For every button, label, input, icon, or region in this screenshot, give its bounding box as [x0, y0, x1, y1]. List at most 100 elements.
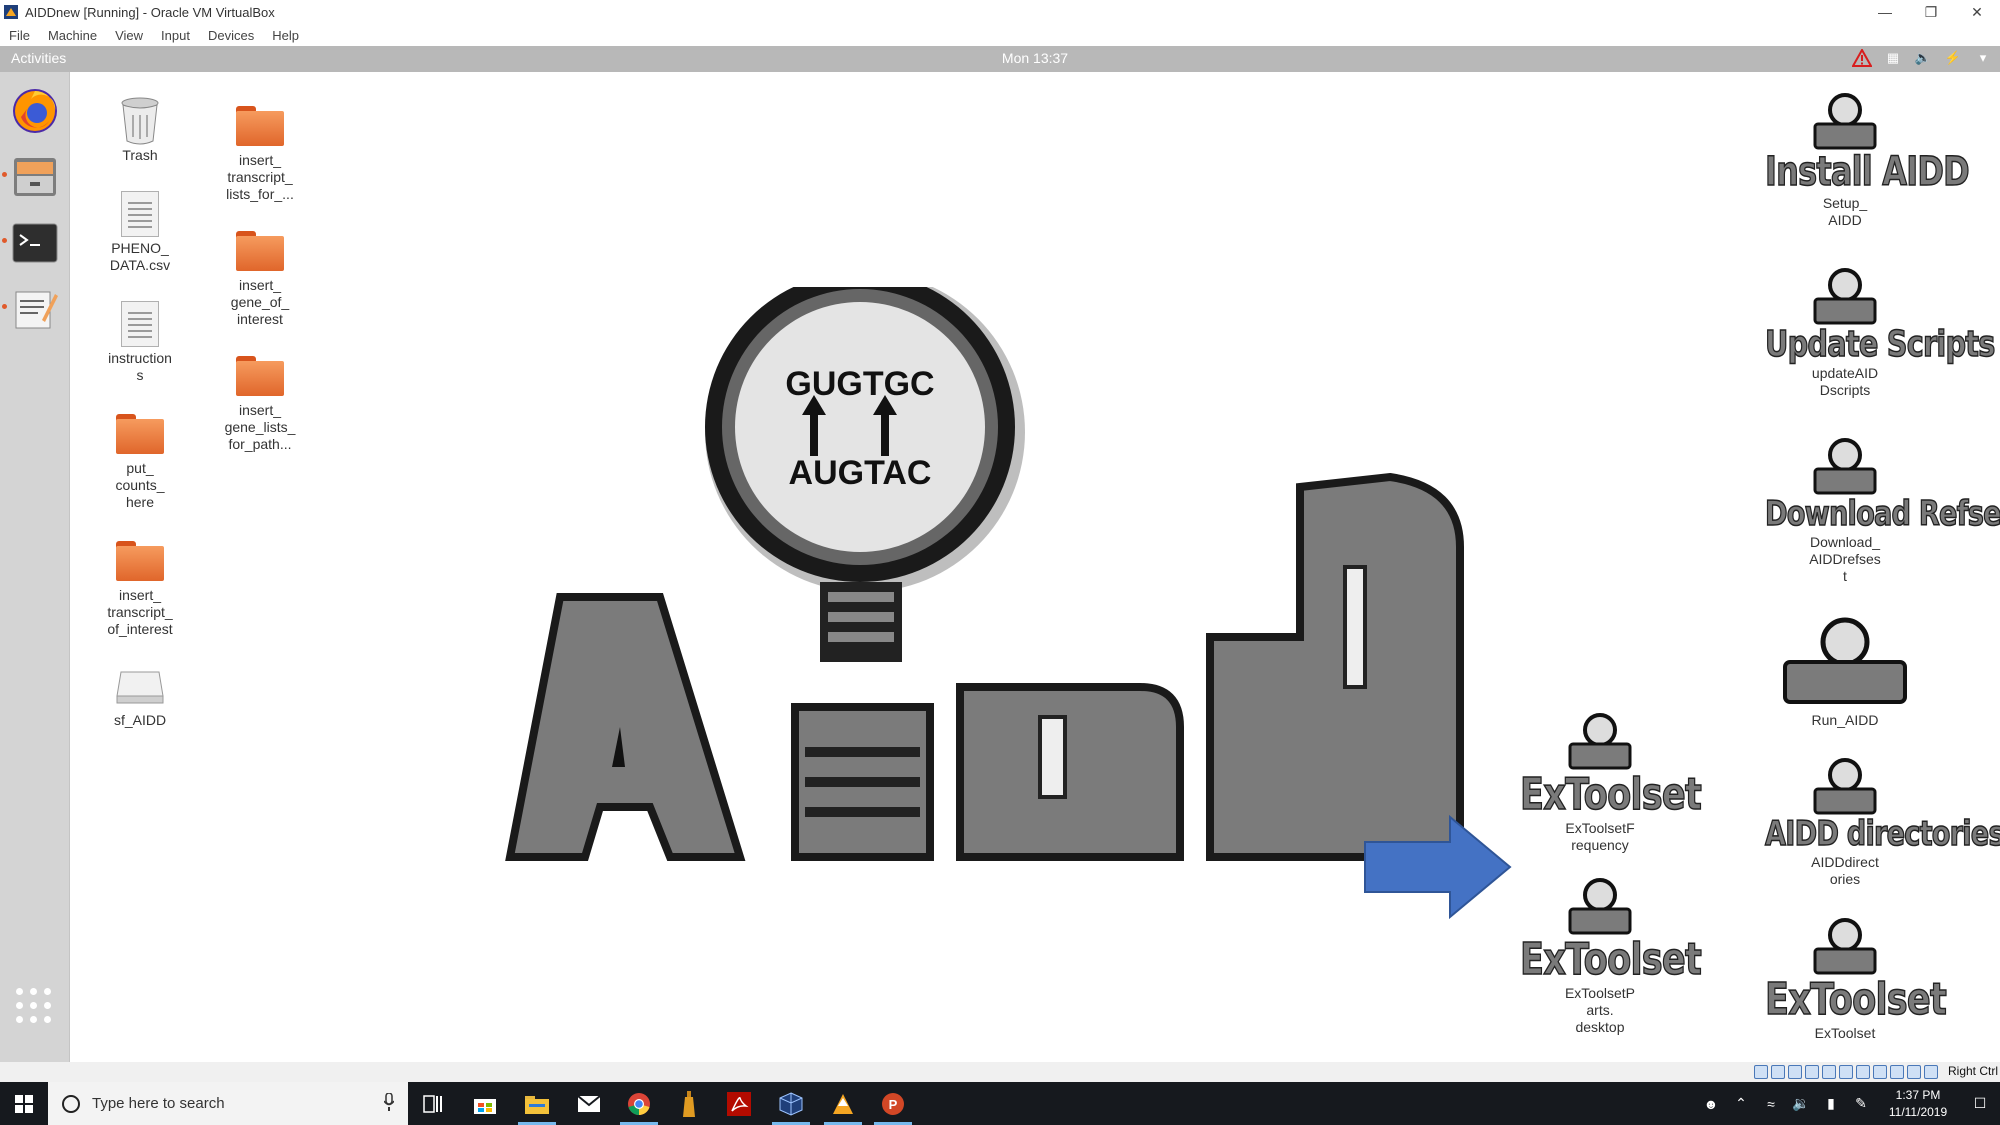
shortcut-label: ExToolsetP arts. desktop [1564, 985, 1636, 1035]
desktop-icon-trash[interactable]: Trash [90, 97, 190, 164]
keyboard-status-icon[interactable] [1924, 1065, 1938, 1079]
battery-icon[interactable]: ▮ [1816, 1082, 1846, 1125]
task-view-icon [423, 1094, 442, 1113]
pen-icon[interactable]: ✎ [1846, 1082, 1876, 1125]
window-title: AIDDnew [Running] - Oracle VM VirtualBox [25, 4, 275, 20]
usb-status-icon[interactable] [1822, 1065, 1836, 1079]
text-editor-icon [15, 291, 58, 329]
desktop-icon-instructions[interactable]: instruction s [90, 300, 190, 384]
taskbar-time: 1:37 PM [1895, 1087, 1941, 1102]
shortcut-update-scripts[interactable]: Update Scripts updateAID Dscripts [1745, 267, 1996, 399]
shortcut-extoolset[interactable]: ExToolset ExToolset [1745, 917, 1947, 1042]
people-icon[interactable]: ☻ [1696, 1082, 1726, 1125]
wifi-icon[interactable]: ≈ [1756, 1082, 1786, 1125]
display-status-icon[interactable] [1856, 1065, 1870, 1079]
aidd-mini-logo-icon [1783, 617, 1907, 704]
taskbar-python-app[interactable] [664, 1082, 714, 1125]
taskbar-virtualbox[interactable] [766, 1082, 816, 1125]
gnome-top-bar: Activities Mon 13:37 ▦ 🔈 ⚡ ▾ [0, 46, 2000, 72]
aidd-mini-logo-icon [1568, 713, 1632, 770]
taskbar-file-explorer[interactable] [512, 1082, 562, 1125]
hdd-status-icon[interactable] [1754, 1065, 1768, 1079]
desktop-icon-insert-gene-lists[interactable]: insert_ gene_lists_ for_path... [210, 352, 310, 453]
taskbar-store[interactable] [460, 1082, 510, 1125]
shortcut-banner: Update Scripts [1764, 323, 1996, 366]
dock-running-dot [2, 304, 7, 309]
microphone-icon[interactable] [384, 1093, 394, 1111]
shortcut-label: updateAID Dscripts [1811, 365, 1879, 398]
dock-text-editor[interactable] [8, 282, 62, 336]
folder-icon [236, 356, 284, 396]
shortcut-label: AIDDdirect ories [1811, 854, 1879, 887]
close-button[interactable]: ✕ [1954, 0, 2000, 24]
desktop-icon-label: PHENO_ DATA.csv [109, 240, 171, 273]
shortcut-aidd-directories[interactable]: AIDD directories AIDDdirect ories [1745, 757, 2000, 888]
menu-machine[interactable]: Machine [48, 28, 97, 43]
menu-view[interactable]: View [115, 28, 143, 43]
restore-button[interactable]: ❐ [1908, 0, 1954, 24]
taskbar-search-box[interactable]: Type here to search [48, 1082, 408, 1125]
taskbar-clock[interactable]: 1:37 PM 11/11/2019 [1876, 1087, 1960, 1121]
shortcut-label: ExToolset [1814, 1025, 1876, 1041]
folder-icon [116, 414, 164, 454]
gnome-clock[interactable]: Mon 13:37 [0, 50, 2000, 66]
network-icon[interactable]: ▦ [1884, 49, 1902, 67]
desktop-icon-pheno-data[interactable]: PHENO_ DATA.csv [90, 190, 190, 274]
chevron-up-icon[interactable]: ⌃ [1726, 1082, 1756, 1125]
aidd-wallpaper-logo: GUGTGC AUGTAC [505, 287, 1512, 920]
desktop-icon-insert-transcript-of-interest[interactable]: insert_ transcript_ of_interest [90, 537, 190, 638]
virtualbox-status-bar: Right Ctrl [0, 1062, 2000, 1082]
taskbar-acrobat[interactable] [714, 1082, 764, 1125]
svg-text:P: P [889, 1097, 898, 1112]
shortcut-setup-aidd[interactable]: Install AIDD Setup_ AIDD [1745, 92, 1970, 229]
recording-status-icon[interactable] [1873, 1065, 1887, 1079]
network-status-icon[interactable] [1805, 1065, 1819, 1079]
task-view-button[interactable] [408, 1082, 458, 1125]
minimize-button[interactable]: — [1862, 0, 1908, 24]
show-applications-button[interactable] [16, 988, 52, 1024]
dock-terminal[interactable] [8, 216, 62, 270]
desktop-icon-sf-aidd[interactable]: sf_AIDD [90, 662, 190, 729]
top-sequence: GUGTGC [785, 365, 934, 403]
shortcut-banner: ExToolset [1519, 933, 1702, 986]
host-key-label: Right Ctrl [1947, 1064, 1998, 1078]
shortcut-extoolset-frequency[interactable]: ExToolset ExToolsetF requency [1500, 712, 1702, 854]
taskbar-mail[interactable] [564, 1082, 614, 1125]
desktop-icon-insert-transcript-lists[interactable]: insert_ transcript_ lists_for_... [210, 102, 310, 203]
desktop-icon-label: insert_ gene_of_ interest [230, 277, 290, 327]
shortcut-run-aidd[interactable]: Run_AIDD [1745, 617, 1945, 729]
notifications-icon[interactable]: ☐ [1960, 1082, 2000, 1125]
desktop-icon-put-counts-here[interactable]: put_ counts_ here [90, 410, 190, 511]
vt-status-icon[interactable] [1890, 1065, 1904, 1079]
bottle-icon [683, 1090, 695, 1117]
volume-icon[interactable]: 🔈 [1914, 49, 1932, 67]
shortcut-label: ExToolsetF requency [1565, 820, 1635, 853]
menu-devices[interactable]: Devices [208, 28, 254, 43]
audio-status-icon[interactable] [1788, 1065, 1802, 1079]
menu-file[interactable]: File [9, 28, 30, 43]
taskbar-git-tool[interactable] [818, 1082, 868, 1125]
taskbar-powerpoint[interactable]: P [868, 1082, 918, 1125]
shortcut-banner: Install AIDD [1764, 148, 1970, 196]
chevron-down-icon[interactable]: ▾ [1974, 49, 1992, 67]
trash-icon [121, 97, 159, 145]
warning-icon[interactable] [1852, 49, 1872, 67]
volume-icon[interactable]: 🔉 [1786, 1082, 1816, 1125]
start-button[interactable] [0, 1082, 48, 1125]
shared-folder-status-icon[interactable] [1839, 1065, 1853, 1079]
shortcut-banner: Download Refset [1764, 493, 2000, 535]
dock-firefox[interactable] [8, 84, 62, 138]
shortcut-extoolset-parts[interactable]: ExToolset ExToolsetP arts. desktop [1500, 877, 1702, 1036]
menu-help[interactable]: Help [272, 28, 299, 43]
shortcut-label: Setup_ AIDD [1822, 195, 1868, 228]
menu-input[interactable]: Input [161, 28, 190, 43]
shortcut-download-refset[interactable]: Download Refset Download_ AIDDrefses t [1745, 437, 2000, 585]
power-icon[interactable]: ⚡ [1944, 49, 1962, 67]
file-explorer-icon [525, 1095, 549, 1114]
dock-files[interactable] [8, 150, 62, 204]
taskbar-chrome[interactable] [614, 1082, 664, 1125]
optical-status-icon[interactable] [1771, 1065, 1785, 1079]
folder-icon [236, 231, 284, 271]
mouse-status-icon[interactable] [1907, 1065, 1921, 1079]
desktop-icon-insert-gene-of-interest[interactable]: insert_ gene_of_ interest [210, 227, 310, 328]
